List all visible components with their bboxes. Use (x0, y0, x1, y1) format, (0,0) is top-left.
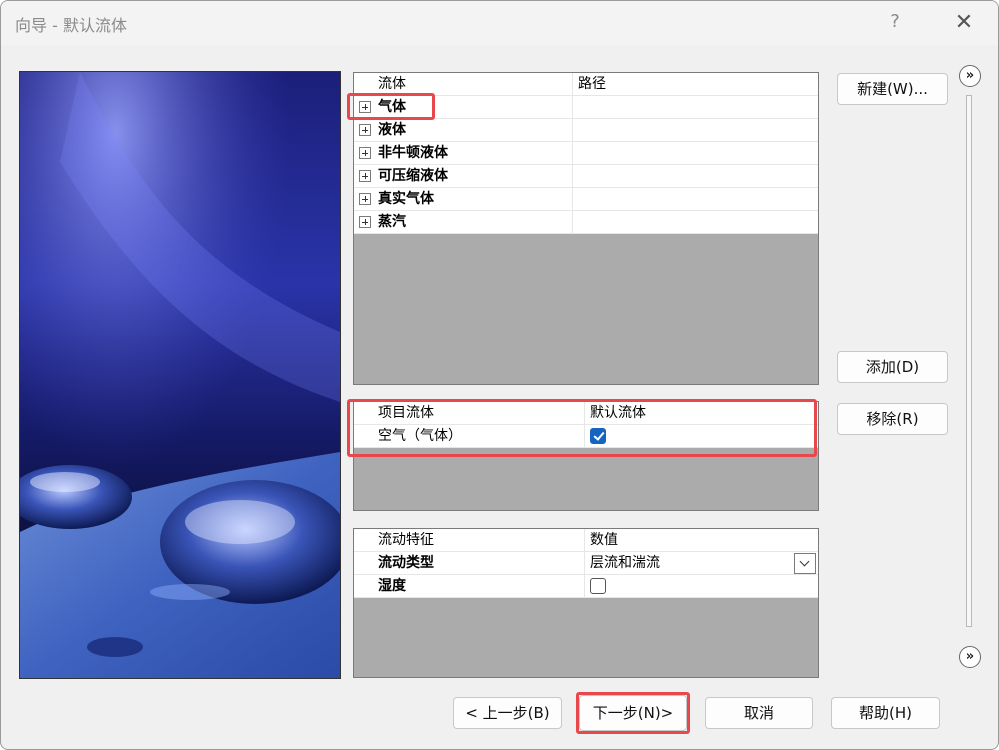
flow-type-row: 流动类型 层流和湍流 (354, 552, 818, 575)
humidity-checkbox[interactable] (590, 578, 606, 594)
fluid-group-row[interactable]: 真实气体 (354, 188, 818, 211)
help-button[interactable]: 帮助(H) (831, 697, 940, 729)
fluid-group-label: 气体 (378, 99, 406, 115)
expand-icon[interactable] (359, 101, 371, 113)
humidity-row: 湿度 (354, 575, 818, 598)
column-project-fluid: 项目流体 (378, 405, 434, 421)
column-flow-characteristic: 流动特征 (378, 532, 434, 548)
chevron-down-icon[interactable] (794, 553, 816, 574)
fluid-group-row[interactable]: 非牛顿液体 (354, 142, 818, 165)
column-fluid: 流体 (378, 76, 406, 92)
cancel-button[interactable]: 取消 (705, 697, 813, 729)
project-fluid-row[interactable]: 空气（气体） (354, 425, 818, 448)
default-fluid-checkbox[interactable] (590, 428, 606, 444)
flow-type-label: 流动类型 (378, 555, 434, 571)
project-grid-header: 项目流体 默认流体 (354, 402, 818, 425)
fluid-library-grid: 流体 路径 气体 液体 非牛顿液体 可压缩液体 真实气体 蒸汽 (353, 72, 819, 385)
window-title: 向导 - 默认流体 (15, 16, 127, 35)
fluid-group-row[interactable]: 液体 (354, 119, 818, 142)
column-default-fluid: 默认流体 (590, 405, 646, 421)
flow-characteristics-grid: 流动特征 数值 流动类型 层流和湍流 湿度 (353, 528, 819, 678)
title-bar: 向导 - 默认流体 ? ✕ (1, 1, 998, 45)
scroll-up-icon[interactable]: » (959, 65, 981, 87)
close-icon[interactable]: ✕ (949, 9, 979, 37)
column-path: 路径 (578, 76, 606, 92)
expand-icon[interactable] (359, 170, 371, 182)
project-fluids-grid: 项目流体 默认流体 空气（气体） (353, 401, 819, 511)
fluid-group-row[interactable]: 可压缩液体 (354, 165, 818, 188)
fluid-group-label: 非牛顿液体 (378, 145, 448, 161)
new-button[interactable]: 新建(W)... (837, 73, 948, 105)
fluid-grid-header: 流体 路径 (354, 73, 818, 96)
expand-icon[interactable] (359, 147, 371, 159)
remove-button[interactable]: 移除(R) (837, 403, 948, 435)
fluid-group-row[interactable]: 蒸汽 (354, 211, 818, 234)
fluid-group-label: 液体 (378, 122, 406, 138)
fluid-group-label: 可压缩液体 (378, 168, 448, 184)
add-button[interactable]: 添加(D) (837, 351, 948, 383)
humidity-label: 湿度 (378, 578, 406, 594)
expand-icon[interactable] (359, 216, 371, 228)
scroll-down-icon[interactable]: » (959, 646, 981, 668)
flow-grid-header: 流动特征 数值 (354, 529, 818, 552)
next-button[interactable]: 下一步(N)> (579, 695, 687, 731)
fluid-group-row[interactable]: 气体 (354, 96, 818, 119)
fluid-group-label: 真实气体 (378, 191, 434, 207)
scrollbar[interactable] (966, 95, 972, 627)
expand-icon[interactable] (359, 193, 371, 205)
fluid-group-label: 蒸汽 (378, 214, 406, 230)
flow-type-value[interactable]: 层流和湍流 (590, 552, 660, 575)
back-button[interactable]: < 上一步(B) (453, 697, 562, 729)
expand-icon[interactable] (359, 124, 371, 136)
wizard-dialog: 向导 - 默认流体 ? ✕ 流体 路径 气体 液体 非牛顿液体 可压缩液体 真实… (0, 0, 999, 750)
project-fluid-name: 空气（气体） (378, 428, 462, 444)
wizard-illustration (19, 71, 341, 679)
column-value: 数值 (590, 532, 618, 548)
help-icon[interactable]: ? (885, 11, 905, 33)
